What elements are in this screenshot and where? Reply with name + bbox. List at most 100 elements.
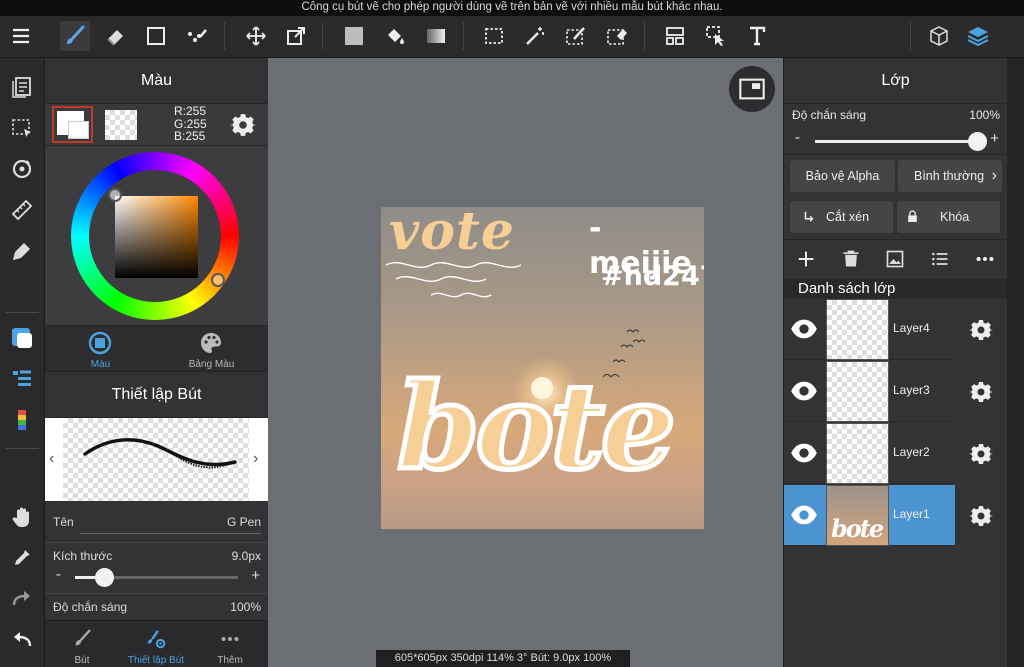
filter-pen-icon[interactable] [7,236,37,266]
layer-thumbnail [826,299,889,360]
saturation-value-square[interactable] [115,196,198,278]
layer-opacity-slider[interactable] [815,132,987,151]
clip-arrow-icon [804,211,814,222]
blend-mode-button[interactable]: Bình thường › [898,160,1002,192]
brush-name-value: G Pen [226,515,261,529]
eye-icon[interactable] [790,377,818,405]
navigator-toggle-icon[interactable] [729,66,775,112]
layer-name: Layer1 [893,507,930,521]
move-icon[interactable] [241,21,271,51]
brush-size-slider[interactable] [75,568,238,587]
hue-picker-handle[interactable] [211,273,225,287]
layer-opacity-fill [815,140,977,143]
layer-opacity-knob[interactable] [968,132,987,151]
brush-name-row[interactable]: Tên G Pen [45,501,268,543]
bucket-icon[interactable] [380,21,410,51]
layer-row[interactable]: Layer3 [784,361,955,422]
select-icon[interactable] [479,21,509,51]
artwork-top-word: vote [389,207,516,262]
primary-color-swatch[interactable] [52,106,93,143]
hand-icon[interactable] [7,502,37,532]
brush-settings-tab-icon [147,630,166,649]
layer-more-icon[interactable] [974,248,996,270]
next-brush-chevron-icon[interactable]: › [253,450,258,468]
redo-icon[interactable] [7,584,37,614]
tab-color[interactable]: Màu [45,326,156,372]
tab-brush[interactable]: Bút [45,621,119,667]
delete-layer-icon[interactable] [841,249,861,269]
brush-size-knob[interactable] [95,568,114,587]
3d-model-icon[interactable] [924,21,954,51]
ruler-icon[interactable] [7,195,37,225]
prev-brush-chevron-icon[interactable]: ‹ [49,450,54,468]
selection-icon[interactable] [7,113,37,143]
tab-more[interactable]: Thêm [193,621,267,667]
clipping-button[interactable]: Cắt xén [790,201,893,233]
undo-icon[interactable] [7,625,37,655]
rotate-icon[interactable] [7,154,37,184]
brush-icon[interactable] [60,21,90,51]
layer-panel-title: Lớp [784,58,1007,104]
eye-icon[interactable] [790,315,818,343]
gear-icon[interactable] [969,318,993,342]
secondary-color-swatch[interactable] [105,110,137,140]
operation-icon[interactable] [701,21,731,51]
color-panel-icon[interactable] [7,323,37,353]
layer-opacity-value: 100% [969,108,1000,122]
circle-square-icon [88,331,112,355]
top-toolbar [0,16,1024,58]
magic-wand-icon[interactable] [520,21,550,51]
eye-icon[interactable] [790,501,818,529]
eraser-icon[interactable] [101,21,131,51]
brush-opacity-label: Độ chắn sáng [53,600,128,614]
rgb-r: R:255 [174,104,207,118]
tab-brush-settings[interactable]: Thiết lập Bút [119,621,193,667]
rgb-b: B:255 [174,129,206,143]
layer-opacity-minus-button[interactable]: - [795,129,800,146]
gear-icon[interactable] [969,504,993,528]
layer-image-icon[interactable] [885,249,905,269]
gear-icon[interactable] [969,442,993,466]
layer-row-selected[interactable]: bote Layer1 [784,485,955,546]
sv-picker-handle[interactable] [108,188,122,202]
text-icon[interactable] [742,21,772,51]
brush-size-row: Kích thước 9.0px - + [45,543,268,594]
fill-color-icon[interactable] [339,21,369,51]
canvas-workspace[interactable]: vote -meijie #hd247 bote [268,58,783,667]
transform-icon[interactable] [281,21,311,51]
size-minus-button[interactable]: - [56,566,61,583]
lock-label: Khóa [940,210,970,224]
gradient-icon[interactable] [421,21,451,51]
layer-row[interactable]: Layer4 [784,299,955,360]
eyedropper-icon[interactable] [7,543,37,573]
layer-list-menu-icon[interactable] [930,249,950,269]
lock-button[interactable]: Khóa [897,201,1000,233]
select-pen-icon[interactable] [561,21,591,51]
artwork-canvas[interactable]: vote -meijie #hd247 bote [381,207,704,529]
eye-icon[interactable] [790,439,818,467]
select-eraser-icon[interactable] [602,21,632,51]
layer-list-icon[interactable] [7,364,37,394]
add-layer-icon[interactable] [795,248,817,270]
document-icon[interactable] [7,72,37,102]
menu-icon[interactable] [6,21,36,51]
brush-opacity-value: 100% [230,600,261,614]
size-plus-button[interactable]: + [251,567,260,584]
dot-pen-icon[interactable] [182,21,212,51]
tab-palette[interactable]: Bảng Màu [156,326,267,372]
layer-opacity-plus-button[interactable]: + [990,130,999,147]
gear-icon[interactable] [969,380,993,404]
rectangle-icon[interactable] [141,21,171,51]
right-scroll-strip[interactable] [1007,58,1024,667]
brush-size-label: Kích thước [53,549,113,563]
palette-strip-icon[interactable] [7,405,37,435]
tab-brush-label: Bút [74,655,90,666]
panel-icon[interactable] [660,21,690,51]
color-settings-gear-icon[interactable] [230,112,256,138]
layer-row[interactable]: Layer2 [784,423,955,484]
alpha-protect-button[interactable]: Bảo vệ Alpha [790,160,895,192]
layers-icon[interactable] [963,21,993,51]
left-tool-bar [0,58,45,667]
color-panel-title: Màu [45,58,268,104]
color-tabs: Màu Bảng Màu [45,326,268,372]
